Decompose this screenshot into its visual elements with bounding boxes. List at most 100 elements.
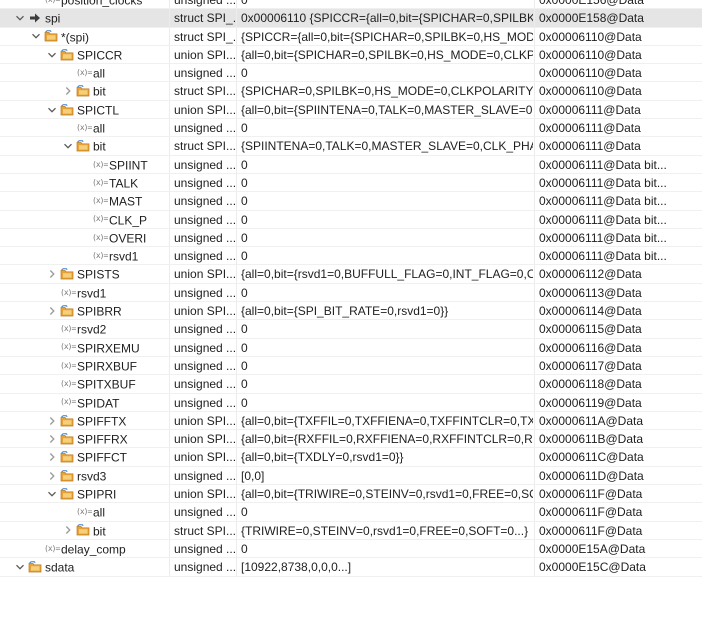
variable-icon: (x)= xyxy=(60,360,76,370)
variable-row-all-4[interactable]: (x)= all unsigned ... 0 0x00006110@Data xyxy=(0,64,702,83)
variable-row-all-28[interactable]: (x)= all unsigned ... 0 0x0000611F@Data xyxy=(0,503,702,522)
name-cell: SPIFFRX xyxy=(0,430,168,447)
variable-row-sdata-31[interactable]: sdata unsigned ... [10922,8738,0,0,0...]… xyxy=(0,558,702,577)
variable-row-spifftx-23[interactable]: SPIFFTX union SPI... {all=0,bit={TXFFIL=… xyxy=(0,411,702,431)
value-cell[interactable]: {TRIWIRE=0,STEINV=0,rsvd1=0,FREE=0,SOFT=… xyxy=(236,521,533,539)
value-cell[interactable]: 0x00006110 {SPICCR={all=0,bit={SPICHAR=0… xyxy=(236,9,533,27)
value-cell[interactable]: {all=0,bit={TXFFIL=0,TXFFIENA=0,TXFFINTC… xyxy=(236,411,533,430)
expand-chevron-icon[interactable] xyxy=(46,451,58,463)
value-cell[interactable]: 0 xyxy=(236,228,533,247)
variable-row-spirxbuf-20[interactable]: (x)= SPIRXBUF unsigned ... 0 0x00006117@D… xyxy=(0,356,702,376)
variable-row-spiccr-3[interactable]: SPICCR union SPI... {all=0,bit={SPICHAR=… xyxy=(0,45,702,65)
value-cell[interactable]: 0 xyxy=(236,0,533,9)
value-cell[interactable]: {all=0,bit={SPI_BIT_RATE=0,rsvd1=0}} xyxy=(236,302,533,320)
variable-row-spiffct-25[interactable]: SPIFFCT union SPI... {all=0,bit={TXDLY=0… xyxy=(0,448,702,467)
expressions-tree-view[interactable]: (x)=position_clocks unsigned ... 0 0x000… xyxy=(0,0,702,590)
variable-row-rsvd2-18[interactable]: (x)= rsvd2 unsigned ... 0 0x00006115@Data xyxy=(0,320,702,339)
variable-name: SPIFFRX xyxy=(77,432,128,447)
value-cell[interactable]: 0 xyxy=(236,173,533,192)
variable-row-overi-13[interactable]: (x)= OVERI unsigned ... 0 0x00006111@Data… xyxy=(0,228,702,248)
expand-chevron-icon[interactable] xyxy=(46,415,58,427)
collapse-chevron-icon[interactable] xyxy=(14,561,26,573)
value-cell[interactable]: {all=0,bit={SPICHAR=0,SPILBK=0,HS_MODE=0… xyxy=(236,45,533,64)
value-cell[interactable]: {SPICHAR=0,SPILBK=0,HS_MODE=0,CLKPOLARIT… xyxy=(236,82,533,100)
variable-name: all xyxy=(93,66,106,81)
type-cell: unsigned ... xyxy=(169,192,235,210)
variable-row-spiint-9[interactable]: (x)= SPIINT unsigned ... 0 0x00006111@Dat… xyxy=(0,155,702,174)
location-cell: 0x00006111@Data bit... xyxy=(534,228,702,247)
value-cell[interactable]: {all=0,bit={TXDLY=0,rsvd1=0}} xyxy=(236,448,533,466)
variable-row-rsvd1-14[interactable]: (x)= rsvd1 unsigned ... 0 0x00006111@Data… xyxy=(0,247,702,266)
variable-row-rsvd1-16[interactable]: (x)= rsvd1 unsigned ... 0 0x00006113@Data xyxy=(0,283,702,303)
collapse-chevron-icon[interactable] xyxy=(46,488,58,500)
expand-chevron-icon[interactable] xyxy=(46,268,58,280)
value-cell[interactable]: {all=0,bit={SPIINTENA=0,TALK=0,MASTER_SL… xyxy=(236,100,533,119)
variable-row-spitxbuf-21[interactable]: (x)= SPITXBUF unsigned ... 0 0x00006118@D… xyxy=(0,375,702,394)
collapse-chevron-icon[interactable] xyxy=(30,30,42,42)
type-cell: unsigned ... xyxy=(169,283,235,302)
variable-row-mast-11[interactable]: (x)= MAST unsigned ... 0 0x00006111@Data … xyxy=(0,192,702,211)
variable-row-spiffrx-24[interactable]: SPIFFRX union SPI... {all=0,bit={RXFFIL=… xyxy=(0,430,702,449)
expand-chevron-icon[interactable] xyxy=(46,305,58,317)
variable-row-position-clocks-0[interactable]: (x)=position_clocks unsigned ... 0 0x000… xyxy=(0,0,702,10)
value-cell[interactable]: 0 xyxy=(236,393,533,411)
variable-row-spirxemu-19[interactable]: (x)= SPIRXEMU unsigned ... 0 0x00006116@D… xyxy=(0,338,702,357)
value-cell[interactable]: 0 xyxy=(236,247,533,265)
variable-row-bit-5[interactable]: bit struct SPI... {SPICHAR=0,SPILBK=0,HS… xyxy=(0,82,702,101)
variable-row-bit-29[interactable]: bit struct SPI... {TRIWIRE=0,STEINV=0,rs… xyxy=(0,521,702,540)
variable-row-rsvd3-26[interactable]: rsvd3 unsigned ... [0,0] 0x0000611D@Data xyxy=(0,466,702,486)
type-cell: struct SPI... xyxy=(169,82,235,100)
value-cell[interactable]: 0 xyxy=(236,155,533,173)
variable-row-bit-8[interactable]: bit struct SPI... {SPIINTENA=0,TALK=0,MA… xyxy=(0,137,702,156)
variable-row-spi-1[interactable]: spi struct SPI_... 0x00006110 {SPICCR={a… xyxy=(0,9,702,28)
value-cell[interactable]: {all=0,bit={TRIWIRE=0,STEINV=0,rsvd1=0,F… xyxy=(236,485,533,503)
value-cell[interactable]: 0 xyxy=(236,320,533,338)
value-cell[interactable]: 0 xyxy=(236,64,533,82)
value-cell[interactable]: [10922,8738,0,0,0...] xyxy=(236,558,533,576)
name-cell: (x)= OVERI xyxy=(0,229,168,246)
no-chevron-spacer xyxy=(78,213,90,225)
expand-chevron-icon[interactable] xyxy=(46,470,58,482)
value-cell[interactable]: 0 xyxy=(236,503,533,521)
variable-row-spi-2[interactable]: *(spi) struct SPI_... {SPICCR={all=0,bit… xyxy=(0,27,702,46)
value-cell[interactable]: 0 xyxy=(236,356,533,375)
collapse-chevron-icon[interactable] xyxy=(46,104,58,116)
struct-icon xyxy=(60,469,74,482)
variable-row-spidat-22[interactable]: (x)= SPIDAT unsigned ... 0 0x00006119@Dat… xyxy=(0,393,702,412)
location-cell: 0x00006114@Data xyxy=(534,302,702,320)
name-cell: (x)= SPIRXBUF xyxy=(0,357,168,374)
variable-row-talk-10[interactable]: (x)= TALK unsigned ... 0 0x00006111@Data … xyxy=(0,173,702,193)
name-cell: SPIFFCT xyxy=(0,448,168,465)
type-cell: struct SPI_... xyxy=(169,27,235,45)
expand-chevron-icon[interactable] xyxy=(62,85,74,97)
type-cell: unsigned ... xyxy=(169,558,235,576)
value-cell[interactable]: [0,0] xyxy=(236,466,533,485)
variable-icon: (x)= xyxy=(92,214,108,224)
collapse-chevron-icon[interactable] xyxy=(46,49,58,61)
variable-row-spipri-27[interactable]: SPIPRI union SPI... {all=0,bit={TRIWIRE=… xyxy=(0,485,702,504)
variable-icon: (x)= xyxy=(92,232,108,242)
value-cell[interactable]: 0 xyxy=(236,210,533,228)
expand-chevron-icon[interactable] xyxy=(46,433,58,445)
value-cell[interactable]: 0 xyxy=(236,192,533,210)
variable-row-spibrr-17[interactable]: SPIBRR union SPI... {all=0,bit={SPI_BIT_… xyxy=(0,302,702,321)
value-cell[interactable]: {all=0,bit={RXFFIL=0,RXFFIENA=0,RXFFINTC… xyxy=(236,430,533,448)
value-cell[interactable]: 0 xyxy=(236,119,533,137)
value-cell[interactable]: {SPICCR={all=0,bit={SPICHAR=0,SPILBK=0,H… xyxy=(236,27,533,45)
variable-row-spists-15[interactable]: SPISTS union SPI... {all=0,bit={rsvd1=0,… xyxy=(0,265,702,284)
value-cell[interactable]: {all=0,bit={rsvd1=0,BUFFULL_FLAG=0,INT_F… xyxy=(236,265,533,283)
collapse-chevron-icon[interactable] xyxy=(14,12,26,24)
collapse-chevron-icon[interactable] xyxy=(62,140,74,152)
value-cell[interactable]: {SPIINTENA=0,TALK=0,MASTER_SLAVE=0,CLK_P… xyxy=(236,137,533,155)
variable-name: bit xyxy=(93,524,106,539)
variable-row-spictl-6[interactable]: SPICTL union SPI... {all=0,bit={SPIINTEN… xyxy=(0,100,702,120)
variable-row-delay-comp-30[interactable]: (x)= delay_comp unsigned ... 0 0x0000E15A… xyxy=(0,539,702,559)
name-cell: (x)= all xyxy=(0,119,168,136)
variable-row-all-7[interactable]: (x)= all unsigned ... 0 0x00006111@Data xyxy=(0,119,702,138)
value-cell[interactable]: 0 xyxy=(236,283,533,302)
variable-row-clk-p-12[interactable]: (x)= CLK_P unsigned ... 0 0x00006111@Data… xyxy=(0,210,702,229)
expand-chevron-icon[interactable] xyxy=(62,524,74,536)
value-cell[interactable]: 0 xyxy=(236,375,533,393)
value-cell[interactable]: 0 xyxy=(236,539,533,558)
value-cell[interactable]: 0 xyxy=(236,338,533,356)
